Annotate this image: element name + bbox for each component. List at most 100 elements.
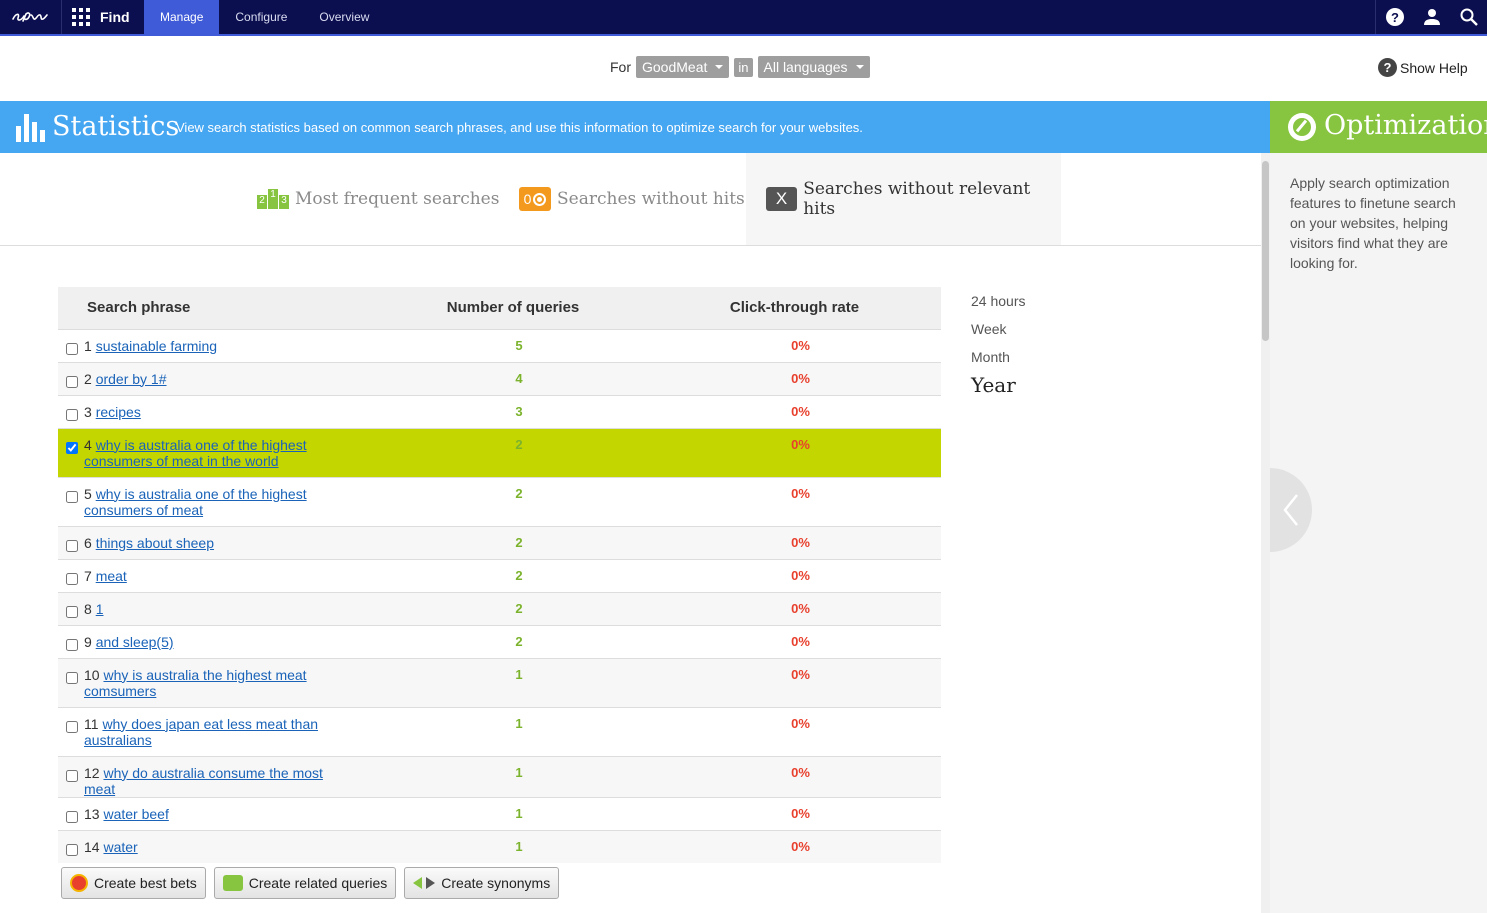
show-help-button[interactable]: ? Show Help [1378,58,1468,77]
row-checkbox[interactable] [66,638,78,651]
cell-search-phrase: 12 why do australia consume the most mea… [58,755,378,797]
tab-searches-without-hits[interactable]: 0 Searches without hits [519,153,745,245]
svg-text:?: ? [1391,10,1399,25]
period-selector: 24 hours Week Month Year [971,290,1025,402]
search-phrase-link[interactable]: why do australia consume the most meat [84,765,323,797]
create-best-bets-button[interactable]: Create best bets [61,867,206,899]
create-related-queries-label: Create related queries [248,875,388,891]
row-rank: 13 [84,805,100,822]
row-checkbox[interactable] [66,375,78,388]
help-button[interactable]: ? [1376,0,1413,34]
search-button[interactable] [1450,0,1487,34]
cell-click-through-rate: 0% [648,394,941,428]
row-rank: 4 [84,436,92,453]
scrollbar-thumb[interactable] [1262,161,1269,341]
period-year[interactable]: Year [971,374,1025,402]
tab-overview[interactable]: Overview [303,0,385,34]
row-checkbox[interactable] [66,342,78,355]
cell-search-phrase: 8 1 [58,591,378,625]
site-language-selector: For GoodMeat in All languages [610,56,870,78]
row-checkbox[interactable] [66,441,78,454]
row-checkbox[interactable] [66,605,78,618]
site-dropdown[interactable]: GoodMeat [636,56,730,78]
table-row: 3 recipes 3 0% [58,394,941,428]
cell-click-through-rate: 0% [648,657,941,707]
cell-click-through-rate: 0% [648,476,941,526]
search-phrase-link[interactable]: why does japan eat less meat than austra… [84,716,318,748]
app-switcher[interactable]: Find [62,0,144,34]
tab-configure[interactable]: Configure [219,0,303,34]
tab-manage[interactable]: Manage [144,0,220,34]
gauge-icon [1288,113,1316,141]
row-rank: 7 [84,567,92,584]
create-synonyms-button[interactable]: Create synonyms [404,867,560,899]
search-phrase-link[interactable]: why is australia the highest meat comsum… [84,667,307,699]
table-row: 2 order by 1# 4 0% [58,361,941,395]
cell-click-through-rate: 0% [648,328,941,362]
podium-icon: 2 1 3 [257,189,289,209]
statistics-title: Statistics [52,111,180,142]
episerver-logo[interactable] [0,0,62,34]
cell-search-phrase: 11 why does japan eat less meat than aus… [58,706,378,756]
row-checkbox[interactable] [66,720,78,733]
row-rank: 2 [84,370,92,387]
table-row: 4 why is australia one of the highest co… [58,427,941,477]
top-right-tools: ? [1375,0,1487,34]
caret-down-icon [855,65,864,69]
cell-number-of-queries: 2 [378,624,648,658]
episerver-logo-icon [11,12,48,22]
cell-number-of-queries: 2 [378,476,648,526]
site-dropdown-value: GoodMeat [642,59,708,75]
search-phrase-link[interactable]: sustainable farming [96,338,217,354]
statistics-description: View search statistics based on common s… [176,120,863,135]
search-phrase-link[interactable]: recipes [96,404,141,420]
help-icon: ? [1385,8,1404,26]
search-phrase-link[interactable]: water beef [103,806,168,822]
cell-number-of-queries: 2 [378,591,648,625]
period-month[interactable]: Month [971,346,1025,374]
language-dropdown[interactable]: All languages [757,56,870,78]
row-checkbox[interactable] [66,408,78,421]
period-week[interactable]: Week [971,318,1025,346]
search-phrase-link[interactable]: and sleep(5) [96,634,174,650]
search-phrase-link[interactable]: why is australia one of the highest cons… [84,437,307,469]
search-phrase-link[interactable]: why is australia one of the highest cons… [84,486,307,518]
column-header-click-through-rate[interactable]: Click-through rate [648,287,941,329]
row-checkbox[interactable] [66,490,78,503]
column-header-number-of-queries[interactable]: Number of queries [378,287,648,329]
caret-down-icon [715,65,724,69]
top-tabs: Manage Configure Overview [144,0,385,34]
table-row: 8 1 2 0% [58,591,941,625]
search-phrase-link[interactable]: order by 1# [96,371,167,387]
row-checkbox[interactable] [66,671,78,684]
row-checkbox[interactable] [66,810,78,823]
create-related-queries-button[interactable]: Create related queries [213,867,397,899]
search-phrase-link[interactable]: meat [96,568,127,584]
app-grid-icon [72,8,90,26]
search-phrase-link[interactable]: 1 [96,601,104,617]
cell-search-phrase: 9 and sleep(5) [58,624,378,658]
column-header-search-phrase[interactable]: Search phrase [58,287,378,329]
tab-searches-without-relevant-hits[interactable]: X Searches without relevant hits [746,153,1061,245]
row-checkbox[interactable] [66,539,78,552]
row-rank: 3 [84,403,92,420]
statistics-subtabs: 2 1 3 Most frequent searches 0 Searches … [0,153,1261,246]
table-row: 7 meat 2 0% [58,558,941,592]
row-checkbox[interactable] [66,769,78,782]
row-rank: 12 [84,764,100,781]
action-buttons: Create best bets Create related queries … [61,867,560,899]
row-checkbox[interactable] [66,572,78,585]
vertical-scrollbar[interactable] [1261,153,1270,913]
cell-click-through-rate: 0% [648,796,941,830]
row-rank: 1 [84,337,92,354]
search-phrase-link[interactable]: water [103,839,137,855]
user-button[interactable] [1413,0,1450,34]
search-phrase-link[interactable]: things about sheep [96,535,214,551]
user-icon [1423,9,1440,25]
row-checkbox[interactable] [66,843,78,856]
optimization-title: Optimization [1324,110,1487,141]
row-rank: 14 [84,838,100,855]
period-24-hours[interactable]: 24 hours [971,290,1025,318]
table-row: 11 why does japan eat less meat than aus… [58,706,941,756]
tab-most-frequent-searches[interactable]: 2 1 3 Most frequent searches [257,153,499,245]
